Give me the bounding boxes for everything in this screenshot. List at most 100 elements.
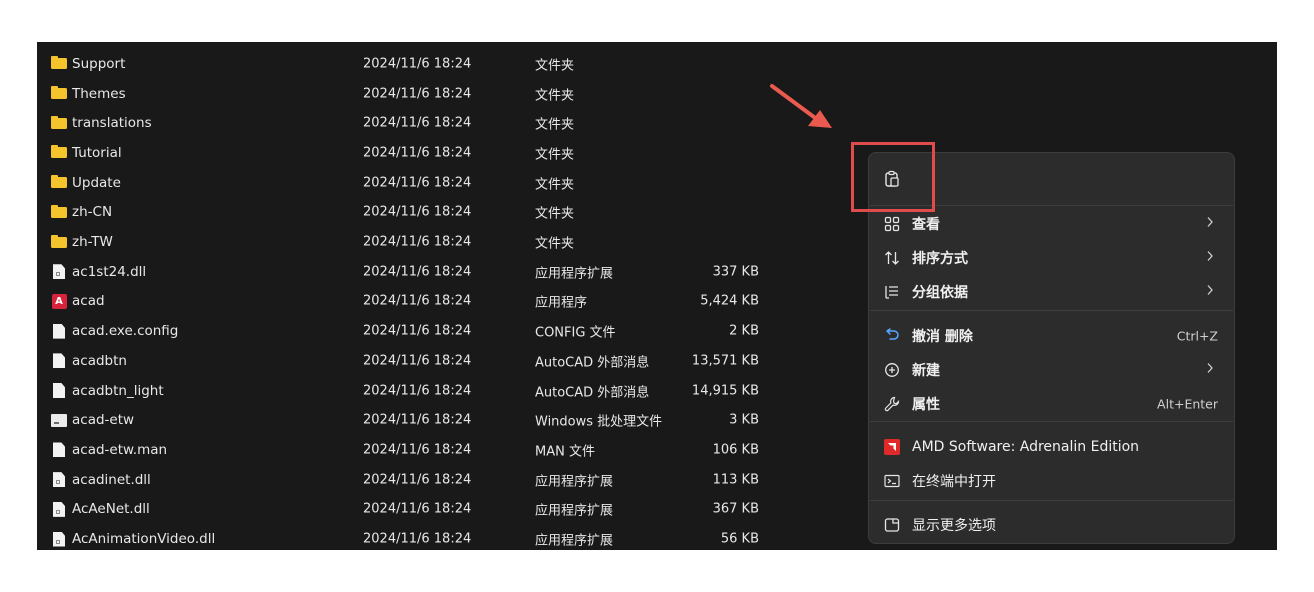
file-name: ac1st24.dll	[72, 263, 147, 280]
file-date-modified: 2024/11/6 18:24	[363, 472, 472, 488]
menu-item-label: 撤消 删除	[912, 329, 973, 345]
file-date-modified: 2024/11/6 18:24	[363, 531, 472, 547]
file-date-modified: 2024/11/6 18:24	[363, 86, 472, 102]
file-date-modified: 2024/11/6 18:24	[363, 204, 472, 220]
file-name: acad.exe.config	[72, 323, 179, 340]
more-options-icon	[883, 516, 901, 534]
group-by-icon	[883, 283, 901, 301]
menu-item-shortcut: Ctrl+Z	[1176, 328, 1218, 344]
document-icon	[51, 353, 67, 369]
file-type: 应用程序扩展	[535, 474, 614, 490]
file-name: translations	[72, 115, 152, 132]
file-date-modified: 2024/11/6 18:24	[363, 145, 472, 161]
open-in-terminal-menu-item[interactable]: 在终端中打开	[875, 465, 1228, 497]
file-name: Support	[72, 55, 126, 72]
file-name: acad	[72, 293, 105, 310]
file-row[interactable]: Support 2024/11/6 18:24 文件夹	[37, 49, 1277, 79]
file-name: acadbtn_light	[72, 382, 164, 399]
file-name: AcAnimationVideo.dll	[72, 531, 216, 548]
file-date-modified: 2024/11/6 18:24	[363, 175, 472, 191]
chevron-right-icon	[1206, 362, 1214, 378]
menu-item-label: 排序方式	[912, 251, 968, 267]
menu-item-shortcut: Alt+Enter	[1157, 396, 1218, 412]
new-menu-item[interactable]: 新建	[875, 354, 1228, 386]
autocad-app-icon: A	[51, 293, 67, 309]
menu-item-label: 分组依据	[912, 285, 968, 301]
file-size: 2 KB	[729, 323, 759, 339]
file-type: 文件夹	[535, 147, 575, 163]
file-type: AutoCAD 外部消息	[535, 355, 650, 371]
file-size: 13,571 KB	[691, 353, 759, 369]
file-date-modified: 2024/11/6 18:24	[363, 264, 472, 280]
dll-file-icon	[51, 501, 67, 517]
chevron-right-icon	[1206, 284, 1214, 300]
sort-by-menu-item[interactable]: 排序方式	[875, 242, 1228, 274]
group-by-menu-item[interactable]: 分组依据	[875, 276, 1228, 308]
amd-software-menu-item[interactable]: AMD Software: Adrenalin Edition	[875, 431, 1228, 463]
terminal-icon	[883, 472, 901, 490]
properties-menu-item[interactable]: 属性 Alt+Enter	[875, 388, 1228, 420]
amd-logo-icon	[883, 438, 901, 456]
menu-item-label: 查看	[912, 217, 940, 233]
file-date-modified: 2024/11/6 18:24	[363, 501, 472, 517]
folder-icon	[51, 234, 67, 250]
file-type: 文件夹	[535, 236, 575, 252]
file-size: 5,424 KB	[700, 293, 759, 309]
file-name: acadbtn	[72, 352, 127, 369]
folder-icon	[51, 175, 67, 191]
file-size: 367 KB	[712, 501, 759, 517]
batch-file-icon	[51, 412, 67, 428]
menu-item-label: 属性	[912, 397, 940, 413]
document-icon	[51, 442, 67, 458]
folder-icon	[51, 115, 67, 131]
undo-delete-menu-item[interactable]: 撤消 删除 Ctrl+Z	[875, 320, 1228, 352]
menu-item-label: AMD Software: Adrenalin Edition	[912, 439, 1140, 455]
file-size: 14,915 KB	[691, 383, 759, 399]
folder-icon	[51, 204, 67, 220]
paste-highlight-box	[851, 142, 935, 212]
file-name: Update	[72, 174, 121, 191]
file-date-modified: 2024/11/6 18:24	[363, 412, 472, 428]
file-name: acadinet.dll	[72, 471, 151, 488]
folder-icon	[51, 56, 67, 72]
file-date-modified: 2024/11/6 18:24	[363, 323, 472, 339]
dll-file-icon	[51, 472, 67, 488]
undo-icon	[883, 327, 901, 345]
file-size: 337 KB	[712, 264, 759, 280]
file-size: 106 KB	[712, 442, 759, 458]
file-date-modified: 2024/11/6 18:24	[363, 56, 472, 72]
menu-separator	[870, 421, 1233, 422]
file-date-modified: 2024/11/6 18:24	[363, 353, 472, 369]
file-type: 应用程序	[535, 295, 588, 311]
menu-separator	[870, 310, 1233, 311]
file-name: Tutorial	[72, 144, 122, 161]
file-type: 应用程序扩展	[535, 266, 614, 282]
file-type: 文件夹	[535, 117, 575, 133]
sort-icon	[883, 249, 901, 267]
folder-icon	[51, 86, 67, 102]
file-row[interactable]: translations 2024/11/6 18:24 文件夹	[37, 108, 1277, 138]
file-name: zh-TW	[72, 234, 113, 251]
file-row[interactable]: Themes 2024/11/6 18:24 文件夹	[37, 79, 1277, 109]
file-type: MAN 文件	[535, 444, 595, 460]
folder-icon	[51, 145, 67, 161]
properties-wrench-icon	[883, 395, 901, 413]
dll-file-icon	[51, 531, 67, 547]
document-icon	[51, 323, 67, 339]
file-date-modified: 2024/11/6 18:24	[363, 234, 472, 250]
menu-item-label: 显示更多选项	[912, 518, 996, 534]
file-date-modified: 2024/11/6 18:24	[363, 293, 472, 309]
file-name: Themes	[72, 85, 126, 102]
view-menu-item[interactable]: 查看	[875, 208, 1228, 240]
file-type: 文件夹	[535, 177, 575, 193]
file-name: AcAeNet.dll	[72, 501, 150, 518]
chevron-right-icon	[1206, 250, 1214, 266]
file-type: AutoCAD 外部消息	[535, 385, 650, 401]
file-name: zh-CN	[72, 204, 113, 221]
file-size: 113 KB	[712, 472, 759, 488]
file-type: CONFIG 文件	[535, 325, 616, 341]
menu-item-label: 在终端中打开	[912, 474, 996, 490]
show-more-options-menu-item[interactable]: 显示更多选项	[875, 509, 1228, 541]
file-type: 文件夹	[535, 58, 575, 74]
file-date-modified: 2024/11/6 18:24	[363, 115, 472, 131]
